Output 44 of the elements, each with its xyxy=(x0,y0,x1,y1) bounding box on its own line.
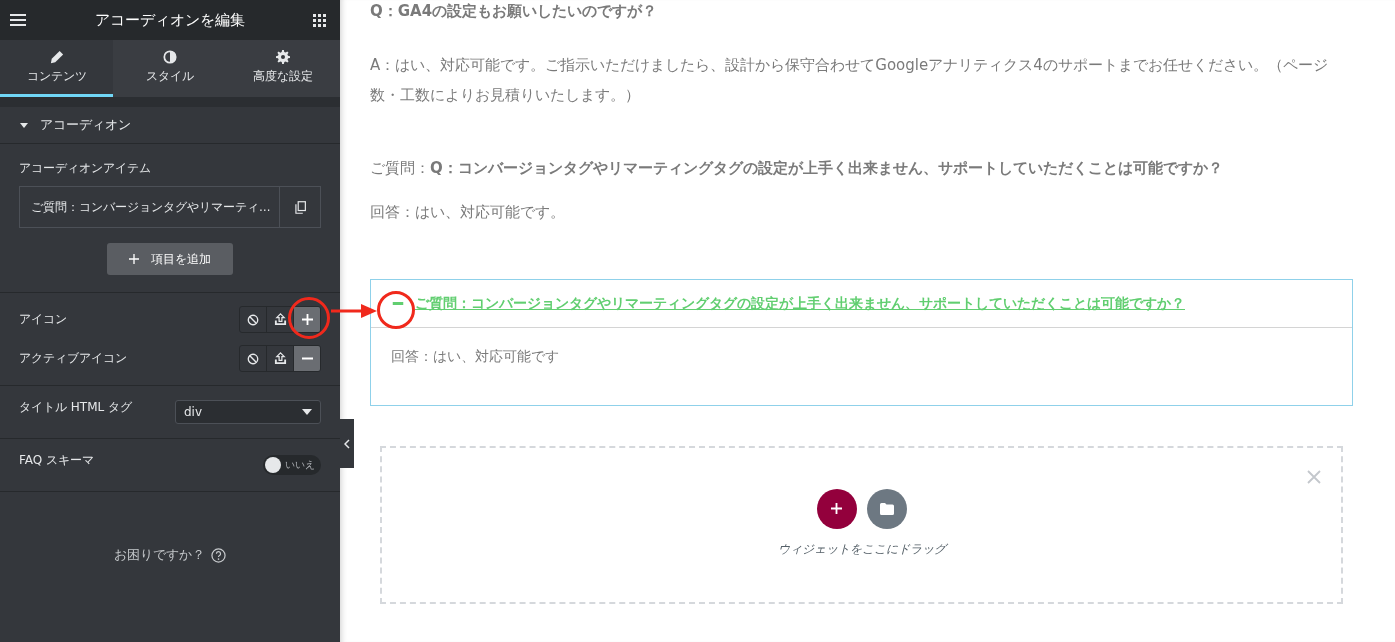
caret-icon xyxy=(20,122,28,128)
help-text[interactable]: お困りですか？ xyxy=(114,546,205,564)
plus-icon xyxy=(301,314,313,325)
paragraph-heading: Q：GA4の設定もお願いしたいのですが？ xyxy=(370,1,659,22)
field-label: アクティブアイコン xyxy=(19,350,127,367)
field-label: FAQ スキーマ xyxy=(19,452,95,469)
ban-icon xyxy=(247,313,259,326)
field-label: タイトル HTML タグ xyxy=(19,399,133,416)
menu-icon[interactable] xyxy=(10,14,26,26)
minus-icon xyxy=(391,302,405,305)
paragraph: A：はい、対応可能です。ご指示いただけましたら、設計から保守合わせてGoogleアナリティクス4のサポートまでお任せください。（ページ数・工数によりお見積りいたします。） xyxy=(370,55,1329,106)
add-item-button[interactable]: 項目を追加 xyxy=(107,243,233,275)
panel-tab[interactable]: 高度な設定 xyxy=(226,40,340,97)
accordion-answer: 回答：はい、対応可能です xyxy=(391,347,560,366)
folder-icon xyxy=(879,502,894,515)
icon-choice-button[interactable] xyxy=(293,346,320,371)
plus-icon xyxy=(831,503,842,514)
upload-icon xyxy=(273,352,287,365)
select-field[interactable]: div xyxy=(175,400,321,424)
panel-tab[interactable]: スタイル xyxy=(113,40,227,97)
grid-icon[interactable] xyxy=(313,13,326,27)
template-button[interactable] xyxy=(866,488,907,529)
toggle-switch[interactable]: いいえ xyxy=(263,455,321,475)
upload-icon xyxy=(273,313,287,326)
panel-title: アコーディオンを編集 xyxy=(94,10,245,30)
add-widget-button[interactable] xyxy=(816,488,857,529)
icon-choice-button[interactable] xyxy=(293,307,320,332)
highlight-circle xyxy=(377,291,415,329)
drop-hint: ウィジェットをここにドラッグ xyxy=(777,540,946,558)
paragraph: ご質問：Q：コンバージョンタグやリマーティングタグの設定が上手く出来ません、サポートしていただくことは可能ですか？ xyxy=(370,158,1224,179)
ban-icon xyxy=(247,352,259,365)
gear-icon xyxy=(276,49,291,64)
repeater-item[interactable]: ご質問：コンバージョンタグやリマーティ… xyxy=(19,186,321,228)
pencil-icon xyxy=(49,49,64,64)
paragraph: 回答：はい、対応可能です。 xyxy=(370,202,566,223)
collapse-handle[interactable] xyxy=(340,419,354,468)
annotation-arrow xyxy=(331,304,377,318)
help-icon[interactable] xyxy=(211,547,226,563)
field-label: アコーディオンアイテム xyxy=(19,160,152,177)
plus-icon xyxy=(129,254,139,264)
field-label: アイコン xyxy=(19,311,67,328)
highlight-circle xyxy=(288,297,330,339)
half-circle-icon xyxy=(163,49,177,64)
caret-icon xyxy=(302,409,312,415)
